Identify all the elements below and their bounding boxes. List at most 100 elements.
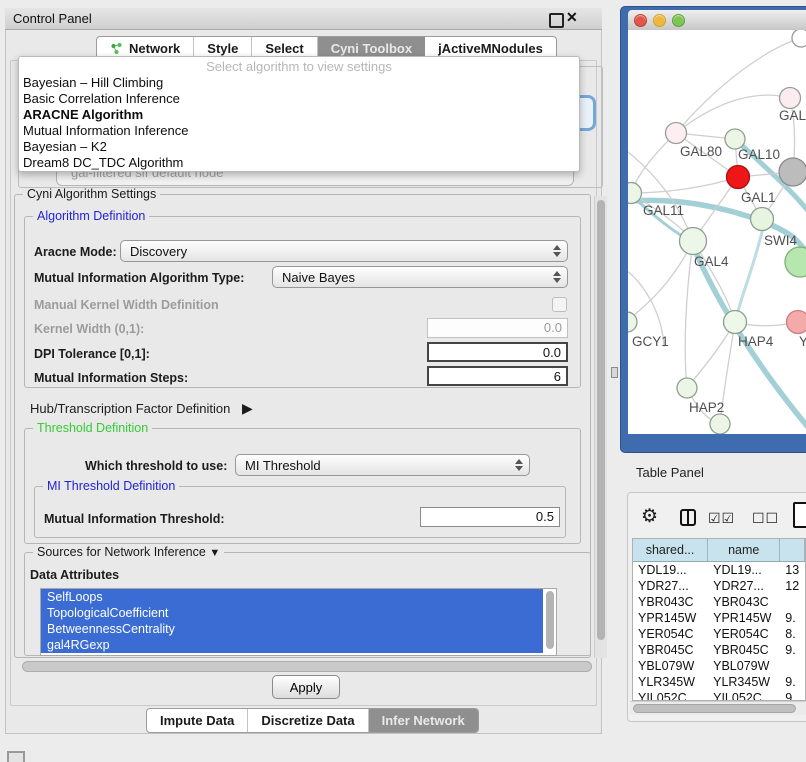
corner-widget[interactable] [7,751,25,762]
network-edge[interactable] [736,224,764,320]
table-cell: 13 [780,562,805,578]
table-column-header[interactable]: name [708,539,780,561]
document-icon[interactable] [793,502,806,528]
table-row[interactable]: YDR27...YDR27...12 [633,578,805,594]
table-row[interactable]: YLR345WYLR345W9. [633,674,805,690]
table-cell: YBR045C [633,642,708,658]
table-row[interactable]: YBR043CYBR043C [633,594,805,610]
list-scrollbar-thumb[interactable] [546,591,554,649]
algorithm-option[interactable]: Bayesian – Hill Climbing [19,75,579,91]
manual-kernel-width-label: Manual Kernel Width Definition [34,298,219,312]
algorithm-option[interactable]: Basic Correlation Inference [19,91,579,107]
control-panel-title: Control Panel [5,11,92,26]
tab-label: Select [265,41,303,56]
network-node-label: GAL1 [741,190,776,205]
float-window-icon[interactable] [549,13,564,28]
close-icon[interactable]: ✕ [566,9,578,26]
tab-label: Impute Data [160,713,234,728]
hub-definition-toggle[interactable]: Hub/Transcription Factor Definition ▶ [30,400,253,417]
algorithm-option[interactable]: Dream8 DC_TDC Algorithm [19,155,579,171]
data-attribute-item[interactable]: SelfLoops [41,589,543,605]
algorithm-option[interactable]: Mutual Information Inference [19,123,579,139]
aracne-mode-combo[interactable]: Discovery [120,240,568,262]
mi-threshold-input[interactable]: 0.5 [420,507,560,527]
network-edge[interactable] [631,133,676,193]
which-threshold-combo[interactable]: MI Threshold [235,454,530,476]
panel-splitter[interactable] [607,0,620,762]
gear-icon[interactable]: ⚙ [641,505,658,528]
table-cell [780,594,805,610]
settings-vertical-scrollbar[interactable] [594,196,607,658]
splitter-grip[interactable] [611,367,618,378]
network-node-label: GAL10 [738,147,780,162]
network-node[interactable] [628,312,637,332]
table-cell: YBL079W [633,658,708,674]
algorithm-option[interactable]: Bayesian – K2 [19,139,579,155]
table-cell: YPR145W [633,610,708,626]
table-cell: YER054C [633,626,708,642]
network-node[interactable] [724,311,747,334]
data-attributes-list: SelfLoopsTopologicalCoefficientBetweenne… [40,588,557,656]
table-row[interactable]: YBL079WYBL079W [633,658,805,674]
table-cell: 9. [780,674,805,690]
network-node[interactable] [727,166,750,189]
network-node-label: HAP2 [689,400,724,415]
network-node[interactable] [751,208,774,231]
tab-label: Infer Network [382,713,465,728]
mi-steps-input[interactable]: 6 [427,366,568,386]
network-node[interactable] [677,378,697,398]
table-column-header[interactable] [780,539,805,561]
network-node[interactable] [787,311,806,334]
network-node[interactable] [792,30,806,47]
network-node[interactable] [780,88,801,109]
mac-close-light[interactable] [634,14,647,27]
collapsed-arrow-icon: ▶ [242,400,253,416]
deselect-all-checkboxes-icon[interactable]: ☐☐ [752,510,779,527]
tab-infer-network[interactable]: Infer Network [369,709,478,732]
table-horizontal-scrollbar[interactable] [630,701,806,715]
table-cell: YPR145W [708,610,780,626]
table-row[interactable]: YDL19...YDL19...13 [633,562,805,578]
table-cell [780,658,805,674]
network-node[interactable] [785,247,806,277]
table-row[interactable]: YBR045CYBR045C9. [633,642,805,658]
apply-button[interactable]: Apply [272,675,340,699]
manual-kernel-width-checkbox[interactable] [552,297,567,312]
network-canvas[interactable]: GALGAL80GAL10GAL1GAL11SWI4GAL4GCY1HAP4YH… [628,30,806,434]
mac-minimize-light[interactable] [653,14,666,27]
select-all-checkboxes-icon[interactable]: ☑☑ [708,510,735,527]
algorithm-option[interactable]: ARACNE Algorithm [19,107,579,123]
threshold-definition-title: Threshold Definition [33,421,152,435]
network-edge[interactable] [687,322,735,388]
mi-algorithm-type-combo[interactable]: Naive Bayes [272,266,568,288]
network-node[interactable] [666,123,687,144]
dpi-tolerance-label: DPI Tolerance [0,1]: [34,347,150,361]
mi-threshold-label: Mutual Information Threshold: [44,512,225,526]
data-attribute-item[interactable]: TopologicalCoefficient [41,605,543,621]
data-attribute-item[interactable]: BetweennessCentrality [41,621,543,637]
tab-label: Style [207,41,238,56]
tab-discretize-data[interactable]: Discretize Data [248,709,368,732]
columns-icon[interactable] [680,509,696,526]
stepper-icon [550,271,567,283]
dpi-tolerance-input[interactable]: 0.0 [427,342,568,362]
mac-zoom-light[interactable] [672,14,685,27]
table-scrollbar-thumb[interactable] [633,704,796,713]
data-attribute-item[interactable]: gal4RGexp [41,637,543,653]
network-node-label: GAL [779,108,806,123]
network-node[interactable] [779,158,806,186]
network-node[interactable] [680,228,707,255]
settings-horizontal-scrollbar[interactable] [22,661,592,672]
kernel-width-input[interactable]: 0.0 [427,318,568,338]
network-edge[interactable] [685,241,693,388]
table-row[interactable]: YPR145WYPR145W9. [633,610,805,626]
network-node[interactable] [710,414,730,434]
tab-impute-data[interactable]: Impute Data [147,709,248,732]
table-row[interactable]: YIL052CYIL052C9. [633,690,805,701]
sources-group-title[interactable]: Sources for Network Inference ▼ [33,545,224,559]
table-row[interactable]: YER054CYER054C8. [633,626,805,642]
network-node[interactable] [725,129,745,149]
table-column-header[interactable]: shared... [633,539,708,561]
algorithm-dropdown-list: Select algorithm to view settings Bayesi… [18,56,580,172]
network-edge[interactable] [631,177,738,193]
